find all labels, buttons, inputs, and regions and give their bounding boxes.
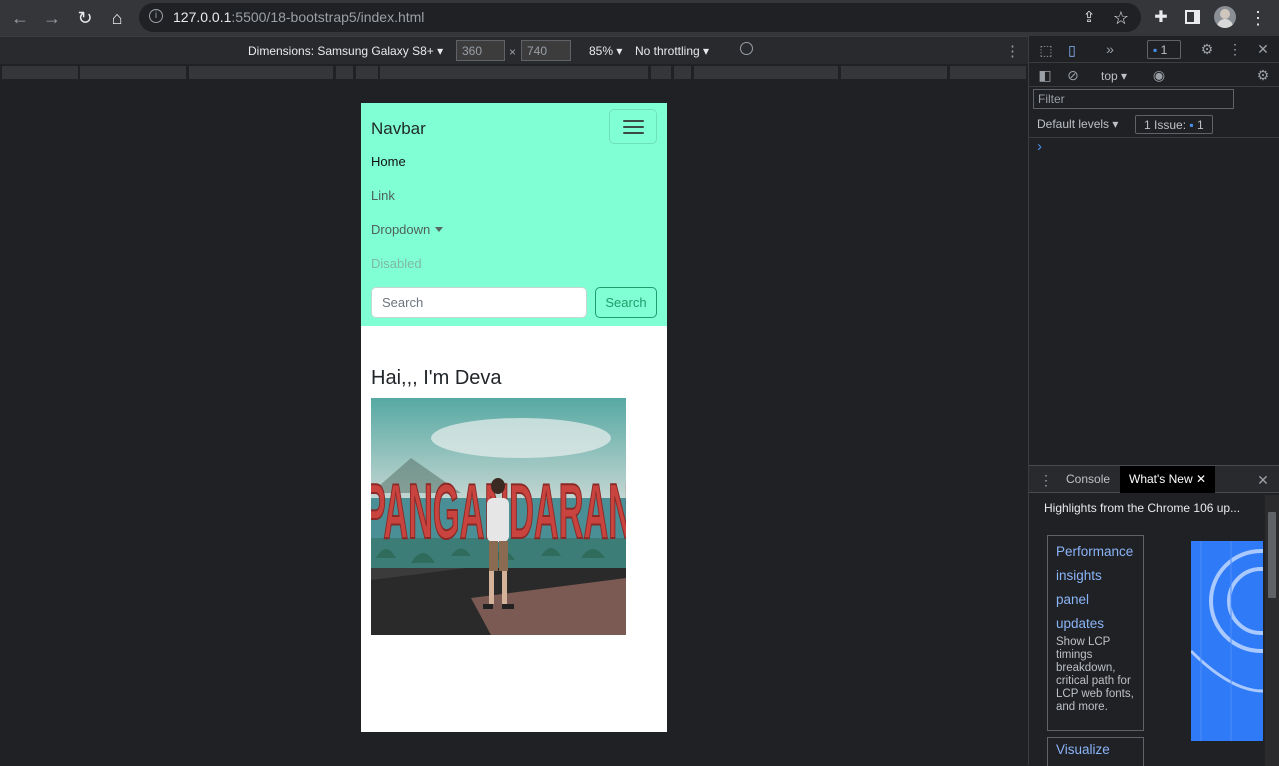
console-filter-input[interactable] bbox=[1033, 89, 1234, 109]
issue-icon: ▪ bbox=[1189, 118, 1194, 132]
card-title-line[interactable]: updates bbox=[1056, 612, 1135, 636]
reload-icon[interactable]: ↻ bbox=[73, 6, 97, 30]
tab-whats-new[interactable]: What's New ✕ bbox=[1120, 466, 1216, 493]
back-arrow-icon[interactable]: ← bbox=[8, 6, 32, 30]
card-description: Show LCP timings breakdown, critical pat… bbox=[1056, 636, 1134, 713]
navbar-toggler-button[interactable] bbox=[609, 109, 657, 144]
card-title-line[interactable]: Performance bbox=[1056, 540, 1135, 564]
device-height-input[interactable]: 740 bbox=[521, 40, 571, 61]
clear-console-icon[interactable]: ⊘ bbox=[1065, 67, 1081, 83]
navbar: Navbar Home Link Dropdown Disabled Searc… bbox=[361, 103, 667, 326]
live-expression-eye-icon[interactable]: ◉ bbox=[1151, 67, 1167, 83]
card-title-line[interactable]: insights bbox=[1056, 564, 1135, 588]
star-icon[interactable]: ☆ bbox=[1109, 6, 1133, 30]
navbar-brand[interactable]: Navbar bbox=[371, 119, 426, 139]
extensions-icon[interactable]: ✚ bbox=[1149, 6, 1173, 30]
nav-link-home[interactable]: Home bbox=[371, 154, 406, 169]
whats-new-header: Highlights from the Chrome 106 up... bbox=[1044, 501, 1241, 515]
feature-illustration bbox=[1191, 541, 1263, 741]
info-icon[interactable]: i bbox=[149, 9, 163, 23]
zoom-select[interactable]: 85% ▾ bbox=[589, 44, 622, 58]
share-icon[interactable]: ⇪ bbox=[1077, 6, 1101, 30]
drawer-tabs: ⋮ Console What's New ✕ ✕ bbox=[1029, 466, 1279, 493]
card-title-line[interactable]: panel bbox=[1056, 588, 1135, 612]
rotate-icon[interactable] bbox=[740, 42, 753, 55]
url-text[interactable]: 127.0.0.1:5500/18-bootstrap5/index.html bbox=[173, 9, 424, 25]
browser-toolbar: ← → ↻ ⌂ i 127.0.0.1:5500/18-bootstrap5/i… bbox=[0, 0, 1279, 36]
drawer-menu-icon[interactable]: ⋮ bbox=[1038, 472, 1054, 488]
side-panel-icon[interactable] bbox=[1185, 10, 1200, 24]
feature-card-performance[interactable]: Performance insights panel updates Show … bbox=[1047, 535, 1144, 731]
more-menu-icon[interactable]: ⋮ bbox=[1246, 6, 1270, 30]
search-input[interactable] bbox=[371, 287, 587, 318]
more-tabs-icon[interactable]: » bbox=[1102, 41, 1118, 57]
profile-avatar[interactable] bbox=[1214, 6, 1236, 28]
throttling-select[interactable]: No throttling ▾ bbox=[635, 44, 709, 58]
card2-title[interactable]: Visualize bbox=[1056, 742, 1135, 758]
devtools-panel: ⬚ ▯ » ▪ 1 ⚙ ⋮ ✕ ◧ ⊘ top ▾ ◉ ⚙ Default le… bbox=[1028, 36, 1279, 766]
close-devtools-icon[interactable]: ✕ bbox=[1255, 41, 1271, 57]
nav-link-disabled: Disabled bbox=[371, 256, 422, 271]
log-levels-select[interactable]: Default levels ▾ bbox=[1037, 117, 1118, 131]
nav-link-dropdown[interactable]: Dropdown bbox=[371, 222, 444, 237]
search-button[interactable]: Search bbox=[595, 287, 657, 318]
console-toolbar: ◧ ⊘ top ▾ ◉ ⚙ bbox=[1029, 63, 1279, 87]
tab-console[interactable]: Console bbox=[1057, 466, 1119, 493]
close-tab-icon[interactable]: ✕ bbox=[1196, 472, 1206, 486]
hero-title: Hai,,, I'm Deva bbox=[371, 367, 502, 389]
device-toolbar: Dimensions: Samsung Galaxy S8+ ▾ 360 × 7… bbox=[0, 36, 1028, 64]
dimensions-select[interactable]: Dimensions: Samsung Galaxy S8+ ▾ bbox=[248, 44, 443, 58]
devtools-main-toolbar: ⬚ ▯ » ▪ 1 ⚙ ⋮ ✕ bbox=[1029, 36, 1279, 63]
context-select[interactable]: top ▾ bbox=[1101, 69, 1127, 83]
message-icon: ▪ bbox=[1153, 43, 1158, 57]
scrollbar-thumb[interactable] bbox=[1268, 512, 1276, 598]
console-prompt[interactable]: › bbox=[1037, 138, 1042, 155]
sidebar-toggle-icon[interactable]: ◧ bbox=[1037, 67, 1053, 83]
nav-link-link[interactable]: Link bbox=[371, 188, 395, 203]
forward-arrow-icon[interactable]: → bbox=[40, 6, 64, 30]
console-settings-gear-icon[interactable]: ⚙ bbox=[1255, 67, 1271, 83]
dimension-separator: × bbox=[509, 45, 517, 59]
issues-badge[interactable]: 1 Issue: ▪ 1 bbox=[1135, 115, 1213, 134]
hero-photo: PANGANDARAN bbox=[371, 398, 626, 635]
devtools-drawer: ⋮ Console What's New ✕ ✕ Highlights from… bbox=[1029, 465, 1279, 766]
close-drawer-icon[interactable]: ✕ bbox=[1255, 472, 1271, 488]
settings-gear-icon[interactable]: ⚙ bbox=[1199, 41, 1215, 57]
device-more-icon[interactable]: ⋮ bbox=[1005, 42, 1020, 60]
caret-down-icon bbox=[435, 227, 444, 232]
feature-card-visualize[interactable]: Visualize bbox=[1047, 737, 1144, 766]
inspect-icon[interactable]: ⬚ bbox=[1038, 42, 1054, 58]
home-icon[interactable]: ⌂ bbox=[105, 6, 129, 30]
media-query-bar bbox=[0, 64, 1028, 81]
device-width-input[interactable]: 360 bbox=[456, 40, 505, 61]
device-viewport: Navbar Home Link Dropdown Disabled Searc… bbox=[361, 103, 667, 732]
device-toggle-icon[interactable]: ▯ bbox=[1064, 42, 1080, 58]
messages-badge[interactable]: ▪ 1 bbox=[1147, 40, 1181, 59]
drawer-scrollbar[interactable] bbox=[1265, 495, 1279, 766]
devtools-more-icon[interactable]: ⋮ bbox=[1227, 41, 1243, 57]
